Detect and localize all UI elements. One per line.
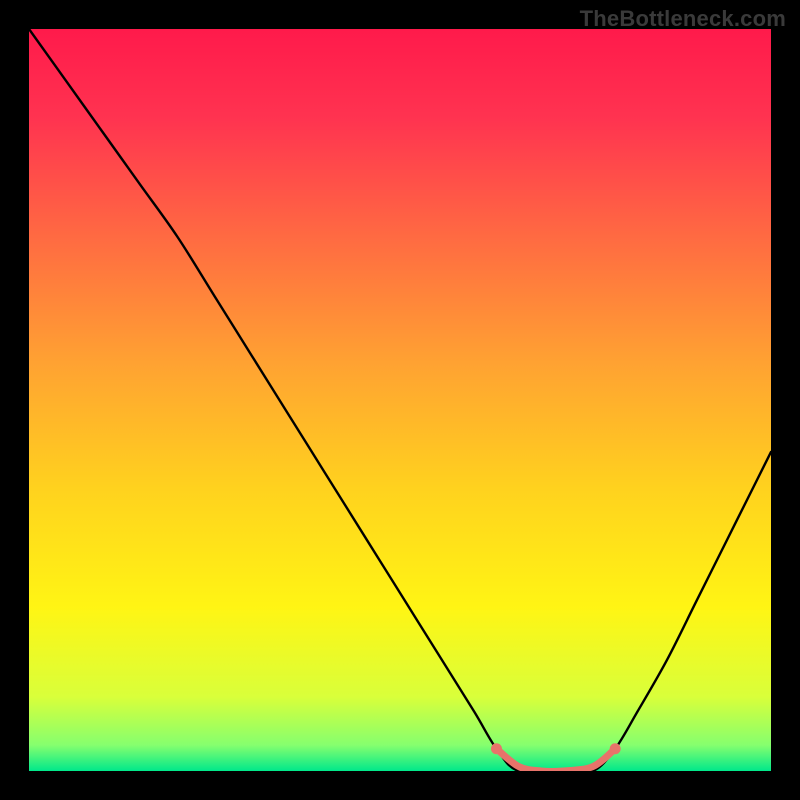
watermark-text: TheBottleneck.com	[580, 6, 786, 32]
chart-background	[29, 29, 771, 771]
sweet-spot-end-dot	[610, 743, 621, 754]
chart-frame: TheBottleneck.com	[0, 0, 800, 800]
bottleneck-chart	[29, 29, 771, 771]
sweet-spot-end-dot	[491, 743, 502, 754]
